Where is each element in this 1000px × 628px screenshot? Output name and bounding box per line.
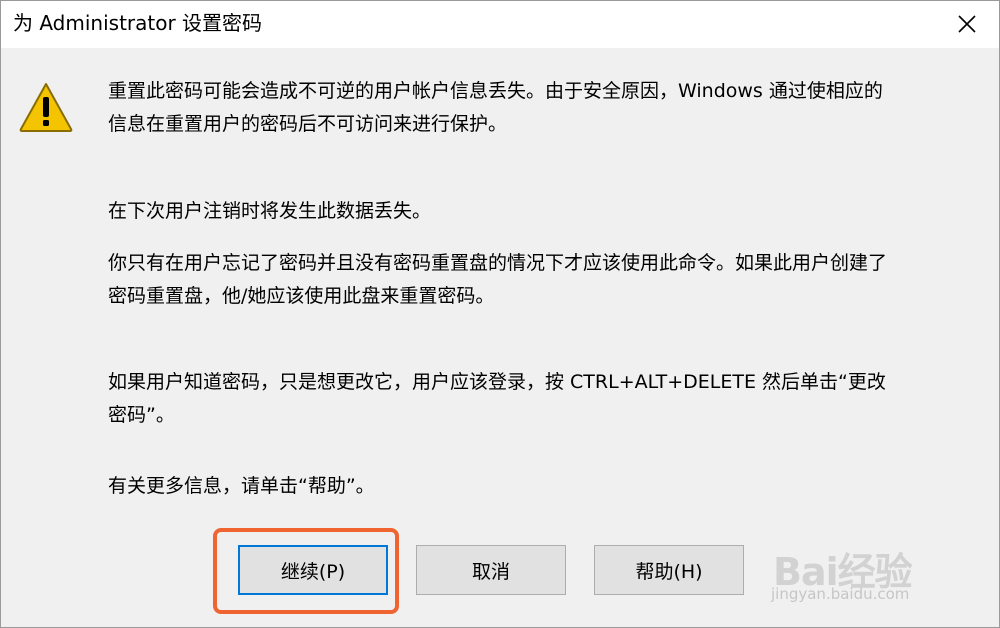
title-bar[interactable]: 为 Administrator 设置密码 <box>1 1 999 48</box>
set-password-dialog: 为 Administrator 设置密码 重置此密码可能会造成不可逆的用户帐户信… <box>0 0 1000 628</box>
message-line: 密码”。 <box>108 404 175 426</box>
message-line: 在下次用户注销时将发生此数据丢失。 <box>108 200 432 222</box>
message-line: 如果用户知道密码，只是想更改它，用户应该登录，按 CTRL+ALT+DELETE… <box>108 371 886 393</box>
close-icon <box>958 15 976 33</box>
warning-icon <box>19 83 73 132</box>
watermark: Bai经验 jingyan.baidu.com <box>763 521 983 611</box>
watermark-url: jingyan.baidu.com <box>771 585 910 603</box>
message-line: 信息在重置用户的密码后不可访问来进行保护。 <box>108 113 508 135</box>
dialog-title: 为 Administrator 设置密码 <box>13 11 263 35</box>
continue-button[interactable]: 继续(P) <box>238 545 388 595</box>
message-line: 密码重置盘，他/她应该使用此盘来重置密码。 <box>108 285 495 307</box>
message-line: 有关更多信息，请单击“帮助”。 <box>108 475 375 497</box>
close-button[interactable] <box>947 5 987 43</box>
message-line: 重置此密码可能会造成不可逆的用户帐户信息丢失。由于安全原因，Windows 通过… <box>108 80 883 102</box>
watermark-brand: Bai经验 <box>773 550 913 594</box>
help-button[interactable]: 帮助(H) <box>594 545 744 595</box>
message-line: 你只有在用户忘记了密码并且没有密码重置盘的情况下才应该使用此命令。如果此用户创建… <box>108 252 888 274</box>
cancel-button[interactable]: 取消 <box>416 545 566 595</box>
